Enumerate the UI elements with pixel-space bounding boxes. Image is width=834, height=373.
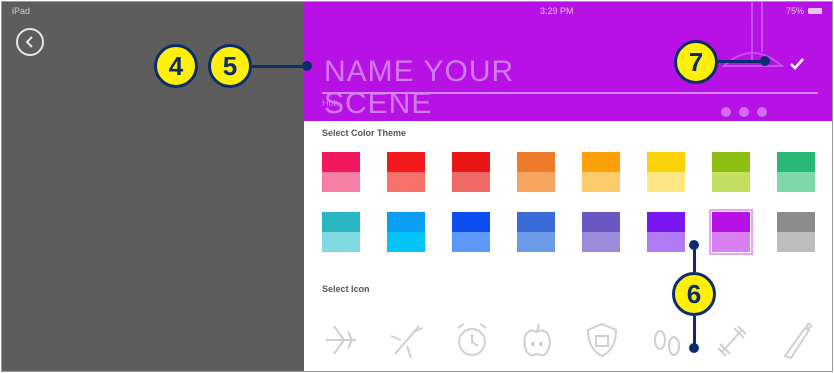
apple-icon[interactable] <box>517 318 557 362</box>
swatch-bottom <box>647 172 685 192</box>
status-battery: 75% <box>786 6 822 16</box>
callout-7: 7 <box>674 40 718 84</box>
color-swatch[interactable] <box>517 212 555 252</box>
shield-icon[interactable] <box>582 318 622 362</box>
color-swatch[interactable] <box>387 212 425 252</box>
color-swatch[interactable] <box>777 212 815 252</box>
color-swatch[interactable] <box>452 152 490 192</box>
background-pane: iPad <box>2 2 304 371</box>
color-swatch[interactable] <box>777 152 815 192</box>
swatch-bottom <box>452 232 490 252</box>
icon-section-title: Select Icon <box>322 284 370 294</box>
swatch-bottom <box>712 172 750 192</box>
callout-6: 6 <box>672 272 716 316</box>
color-swatch[interactable] <box>322 212 360 252</box>
back-button[interactable] <box>16 28 44 56</box>
airplane-landing-icon[interactable] <box>322 318 362 362</box>
swatch-bottom <box>777 232 815 252</box>
color-swatch[interactable] <box>647 152 685 192</box>
airplane-icon[interactable] <box>387 318 427 362</box>
color-swatch[interactable] <box>582 212 620 252</box>
alarm-clock-icon[interactable] <box>452 318 492 362</box>
color-swatch[interactable] <box>387 152 425 192</box>
swatch-top <box>322 212 360 232</box>
swatch-top <box>452 212 490 232</box>
swatch-bottom <box>582 172 620 192</box>
color-swatch[interactable] <box>712 152 750 192</box>
color-theme-title: Select Color Theme <box>322 128 407 138</box>
swatch-bottom <box>582 232 620 252</box>
color-swatch[interactable] <box>647 212 685 252</box>
baseball-bat-icon[interactable] <box>777 318 817 362</box>
battery-text: 75% <box>785 6 804 16</box>
swatch-bottom <box>777 172 815 192</box>
swatch-bottom <box>387 232 425 252</box>
swatch-top <box>517 212 555 232</box>
checkmark-icon <box>790 58 804 70</box>
callout-7-leader <box>718 60 762 63</box>
scene-name-input[interactable]: NAME YOUR SCENE <box>324 56 624 120</box>
status-device: iPad <box>12 6 31 16</box>
swatch-bottom <box>322 232 360 252</box>
swatch-top <box>647 152 685 172</box>
swatch-top <box>582 152 620 172</box>
color-swatch[interactable] <box>517 152 555 192</box>
swatch-top <box>647 212 685 232</box>
callout-5: 5 <box>208 44 252 88</box>
confirm-button[interactable] <box>787 54 807 74</box>
status-time: 3:29 PM <box>540 6 574 16</box>
color-swatch[interactable] <box>582 152 620 192</box>
battery-icon <box>808 8 822 14</box>
swatch-top <box>322 152 360 172</box>
footprints-icon[interactable] <box>647 318 687 362</box>
swatch-top <box>712 152 750 172</box>
swatch-bottom <box>452 172 490 192</box>
callout-7-dot <box>760 56 770 66</box>
callout-6-dot-down <box>689 343 699 353</box>
swatch-top <box>387 152 425 172</box>
color-swatch[interactable] <box>322 152 360 192</box>
swatch-bottom <box>517 232 555 252</box>
swatch-top <box>452 152 490 172</box>
callout-6-dot-up <box>689 240 699 250</box>
scene-sub-label: Hob <box>322 98 339 108</box>
name-input-underline <box>322 92 818 94</box>
callout-6-leader-down <box>693 316 696 346</box>
chevron-left-icon <box>25 36 33 48</box>
swatch-top <box>712 212 750 232</box>
swatch-bottom <box>387 172 425 192</box>
callout-5-leader <box>252 65 302 68</box>
swatch-bottom <box>647 232 685 252</box>
swatch-top <box>777 212 815 232</box>
callout-5-dot <box>302 61 312 71</box>
callout-4: 4 <box>154 44 198 88</box>
swatch-top <box>517 152 555 172</box>
swatch-bottom <box>517 172 555 192</box>
color-swatch[interactable] <box>452 212 490 252</box>
swatch-top <box>387 212 425 232</box>
dumbbell-icon[interactable] <box>712 318 752 362</box>
color-swatch[interactable] <box>709 209 753 255</box>
swatch-top <box>777 152 815 172</box>
swatch-top <box>582 212 620 232</box>
swatch-bottom <box>712 232 750 252</box>
swatch-bottom <box>322 172 360 192</box>
